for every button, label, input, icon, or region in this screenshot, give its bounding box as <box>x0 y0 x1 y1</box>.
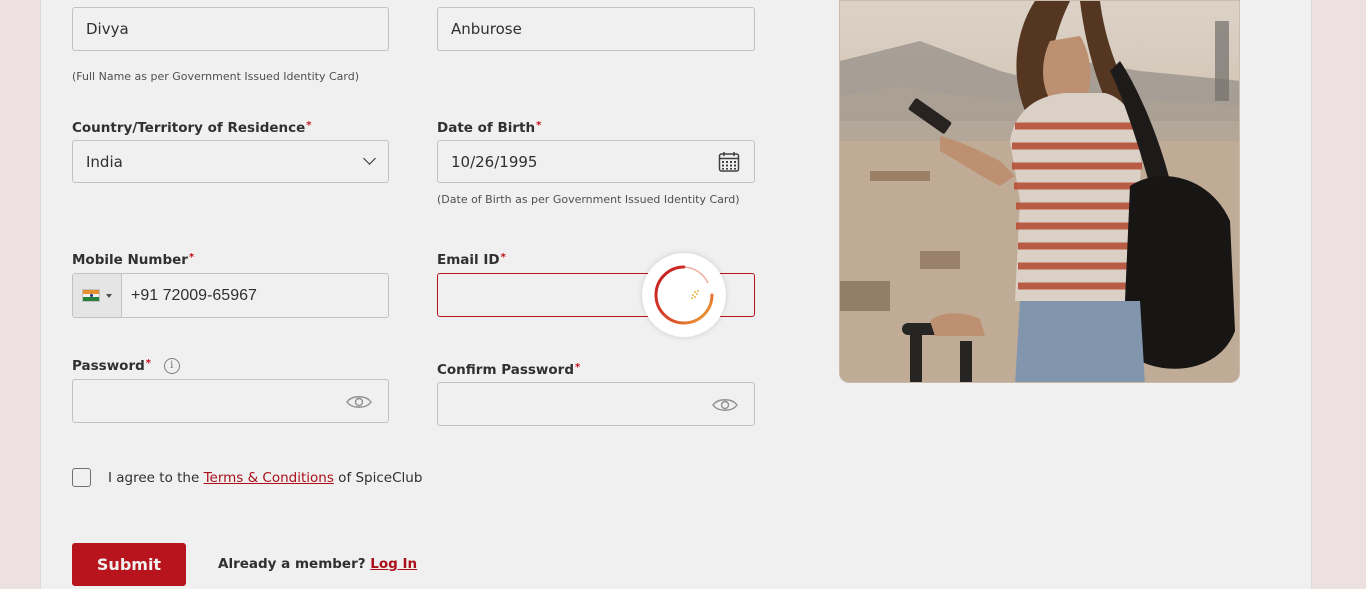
dob-field[interactable]: 10/26/1995 <box>437 140 755 183</box>
last-name-field[interactable]: Anburose <box>437 7 755 51</box>
submit-button[interactable]: Submit <box>72 543 186 586</box>
country-code-selector[interactable] <box>73 274 122 317</box>
eye-icon[interactable] <box>346 394 372 410</box>
caret-down-icon <box>106 293 112 298</box>
login-link[interactable]: Log In <box>370 556 417 572</box>
confirm-password-field[interactable] <box>437 382 755 426</box>
password-field[interactable] <box>72 379 389 423</box>
loading-spinner-icon <box>654 265 714 325</box>
country-label: Country/Territory of Residence* <box>72 120 312 136</box>
terms-text: I agree to the Terms & Conditions of Spi… <box>108 470 423 486</box>
name-hint: (Full Name as per Government Issued Iden… <box>72 70 359 83</box>
first-name-field[interactable]: Divya <box>72 7 389 51</box>
password-label: Password* i <box>72 358 180 374</box>
last-name-value: Anburose <box>451 20 522 38</box>
member-text: Already a member? Log In <box>218 556 418 572</box>
confirm-password-label: Confirm Password* <box>437 362 581 378</box>
chevron-down-icon <box>363 152 376 165</box>
india-flag-icon <box>82 289 100 302</box>
country-value: India <box>86 152 123 171</box>
loading-spinner <box>642 253 726 337</box>
eye-icon[interactable] <box>712 397 738 413</box>
terms-link[interactable]: Terms & Conditions <box>204 470 334 486</box>
terms-checkbox[interactable] <box>72 468 91 487</box>
dob-label: Date of Birth* <box>437 120 542 136</box>
dob-value: 10/26/1995 <box>451 152 538 171</box>
mobile-label: Mobile Number* <box>72 252 195 268</box>
info-icon[interactable]: i <box>163 358 180 374</box>
calendar-icon[interactable] <box>718 151 740 173</box>
page-background-left <box>0 0 40 589</box>
traveler-photo-image <box>840 1 1239 382</box>
dob-hint: (Date of Birth as per Government Issued … <box>437 193 740 206</box>
first-name-value: Divya <box>86 20 129 38</box>
mobile-value: +91 72009-65967 <box>131 286 257 304</box>
page-background-right <box>1310 0 1366 589</box>
mobile-field[interactable]: +91 72009-65967 <box>72 273 389 318</box>
country-select[interactable]: India <box>72 140 389 183</box>
email-label: Email ID* <box>437 252 506 268</box>
traveler-photo <box>839 0 1240 383</box>
